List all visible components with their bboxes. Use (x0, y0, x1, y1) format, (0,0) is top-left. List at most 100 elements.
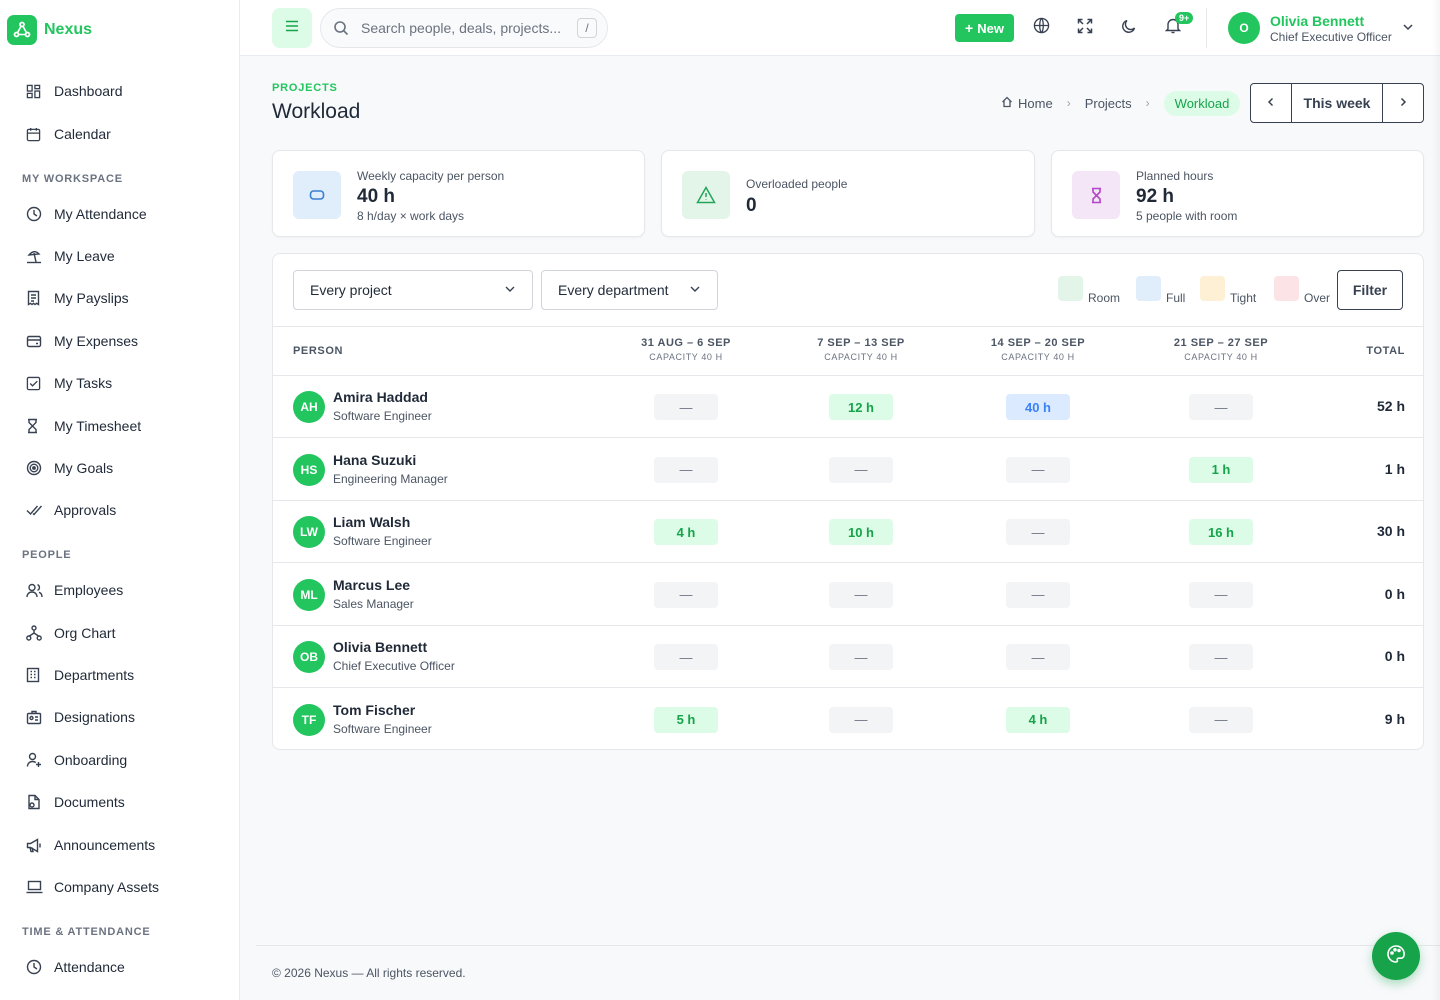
footer-divider (256, 945, 1440, 946)
workload-panel: Every project Every department Room Full… (272, 253, 1424, 750)
sidebar-item-my-expenses[interactable]: My Expenses (22, 325, 222, 357)
user-avatar[interactable]: O (1228, 12, 1260, 44)
theme-toggle-button[interactable] (1109, 8, 1149, 48)
department-filter-select[interactable]: Every department (541, 270, 718, 310)
workload-cell[interactable]: — (1189, 644, 1253, 670)
section-title-people: PEOPLE (22, 549, 72, 561)
chevron-down-icon[interactable] (1402, 20, 1414, 38)
calendar-icon (22, 121, 48, 147)
search-input[interactable]: Search people, deals, projects... / (320, 8, 608, 48)
table-row[interactable]: HS Hana Suzuki Engineering Manager — — — 1 h 1 … (273, 439, 1423, 501)
workload-cell[interactable]: — (654, 644, 718, 670)
column-header-week: 31 AUG – 6 SEP CAPACITY 40 H (611, 337, 761, 362)
workload-cell[interactable]: — (654, 394, 718, 420)
workload-cell[interactable]: — (1006, 456, 1070, 483)
hourglass-icon (22, 413, 48, 439)
sidebar-item-employees[interactable]: Employees (22, 574, 222, 606)
sidebar-item-org-chart[interactable]: Org Chart (22, 617, 222, 649)
person-name[interactable]: Marcus Lee (333, 577, 410, 593)
breadcrumb-home[interactable]: Home (996, 96, 1053, 111)
workload-cell[interactable]: 4 h (1006, 706, 1070, 733)
legend-room: Room (1058, 276, 1120, 305)
expand-icon (1077, 18, 1093, 39)
person-name[interactable]: Hana Suzuki (333, 452, 416, 468)
fullscreen-button[interactable] (1065, 8, 1105, 48)
user-role: Chief Executive Officer (1270, 30, 1392, 44)
avatar: OB (293, 641, 325, 673)
workload-cell[interactable]: — (1189, 394, 1253, 420)
sidebar-item-my-attendance[interactable]: My Attendance (22, 198, 222, 230)
workload-cell[interactable]: 10 h (829, 519, 893, 545)
table-row[interactable]: ML Marcus Lee Sales Manager — — — — 0 h (273, 564, 1423, 626)
sidebar-item-departments[interactable]: Departments (22, 659, 222, 691)
section-title-time-attendance: TIME & ATTENDANCE (22, 926, 151, 938)
brand[interactable]: Nexus (7, 15, 92, 45)
previous-week-button[interactable] (1251, 84, 1291, 122)
table-row[interactable]: LW Liam Walsh Software Engineer 4 h 10 h — 16 … (273, 501, 1423, 563)
sidebar-item-company-assets[interactable]: Company Assets (22, 871, 222, 903)
workload-cell[interactable]: 16 h (1189, 519, 1253, 545)
sidebar-item-my-payslips[interactable]: My Payslips (22, 282, 222, 314)
table-header: PERSON 31 AUG – 6 SEP CAPACITY 40 H 7 SE… (273, 326, 1423, 376)
language-button[interactable] (1021, 8, 1061, 48)
sidebar-item-announcements[interactable]: Announcements (22, 829, 222, 861)
sidebar-item-my-goals[interactable]: My Goals (22, 452, 222, 484)
plus-icon: + (965, 20, 974, 36)
stat-card-overloaded: Overloaded people 0 (661, 150, 1035, 237)
sidebar-item-approvals[interactable]: Approvals (22, 494, 222, 526)
workload-cell[interactable]: — (1006, 519, 1070, 545)
sidebar-item-label: Approvals (54, 502, 117, 518)
sidebar-item-my-timesheet[interactable]: My Timesheet (22, 410, 222, 442)
notifications-button[interactable]: 9+ (1153, 8, 1194, 48)
chevron-down-icon (689, 282, 701, 298)
workload-cell[interactable]: — (654, 581, 718, 608)
table-row[interactable]: AH Amira Haddad Software Engineer — 12 h 40 h… (273, 376, 1423, 438)
workload-cell[interactable]: — (1189, 706, 1253, 733)
sidebar-item-calendar[interactable]: Calendar (22, 118, 222, 150)
chevron-left-icon (1266, 94, 1276, 112)
breadcrumb-projects[interactable]: Projects (1085, 96, 1132, 111)
sidebar-item-documents[interactable]: Documents (22, 786, 222, 818)
table-row[interactable]: TF Tom Fischer Software Engineer 5 h — 4 h — 9 … (273, 689, 1423, 750)
sidebar-item-attendance[interactable]: Attendance (22, 951, 222, 983)
sidebar-item-label: My Goals (54, 460, 114, 476)
workload-cell[interactable]: 12 h (829, 394, 893, 420)
person-total: 0 h (1384, 648, 1405, 664)
project-filter-select[interactable]: Every project (293, 270, 533, 310)
workload-cell[interactable]: — (1006, 581, 1070, 608)
sidebar-item-onboarding[interactable]: Onboarding (22, 744, 222, 776)
workload-cell[interactable]: — (829, 456, 893, 483)
nexus-logo-icon (7, 15, 37, 45)
legend-over: Over (1274, 276, 1330, 305)
person-name[interactable]: Liam Walsh (333, 514, 410, 530)
workload-cell[interactable]: — (829, 644, 893, 670)
workload-cell[interactable]: — (829, 706, 893, 733)
workload-cell[interactable]: 40 h (1006, 394, 1070, 420)
person-role: Software Engineer (333, 721, 432, 736)
table-row[interactable]: OB Olivia Bennett Chief Executive Officer —… (273, 626, 1423, 688)
workload-cell[interactable]: 1 h (1189, 456, 1253, 483)
workload-cell[interactable]: — (1006, 644, 1070, 670)
new-button[interactable]: + New (955, 14, 1014, 42)
sidebar-item-designations[interactable]: Designations (22, 701, 222, 733)
workload-cell[interactable]: 4 h (654, 519, 718, 545)
next-week-button[interactable] (1383, 84, 1423, 122)
workload-cell[interactable]: — (1189, 581, 1253, 608)
user-name[interactable]: Olivia Bennett (1270, 13, 1364, 29)
current-week-button[interactable]: This week (1291, 84, 1383, 122)
menu-toggle-button[interactable] (272, 8, 312, 48)
sidebar-item-my-leave[interactable]: My Leave (22, 240, 222, 272)
theme-customizer-button[interactable] (1372, 932, 1420, 980)
sidebar-item-label: Designations (54, 709, 135, 725)
person-name[interactable]: Olivia Bennett (333, 639, 427, 655)
person-name[interactable]: Amira Haddad (333, 389, 428, 405)
chevron-right-icon: › (1066, 96, 1071, 110)
filter-button[interactable]: Filter (1337, 270, 1403, 310)
workload-cell[interactable]: — (829, 581, 893, 608)
sidebar-item-dashboard[interactable]: Dashboard (22, 75, 222, 107)
sidebar-item-my-tasks[interactable]: My Tasks (22, 367, 222, 399)
search-placeholder: Search people, deals, projects... (361, 20, 562, 36)
workload-cell[interactable]: — (654, 456, 718, 483)
person-name[interactable]: Tom Fischer (333, 702, 415, 718)
workload-cell[interactable]: 5 h (654, 706, 718, 733)
